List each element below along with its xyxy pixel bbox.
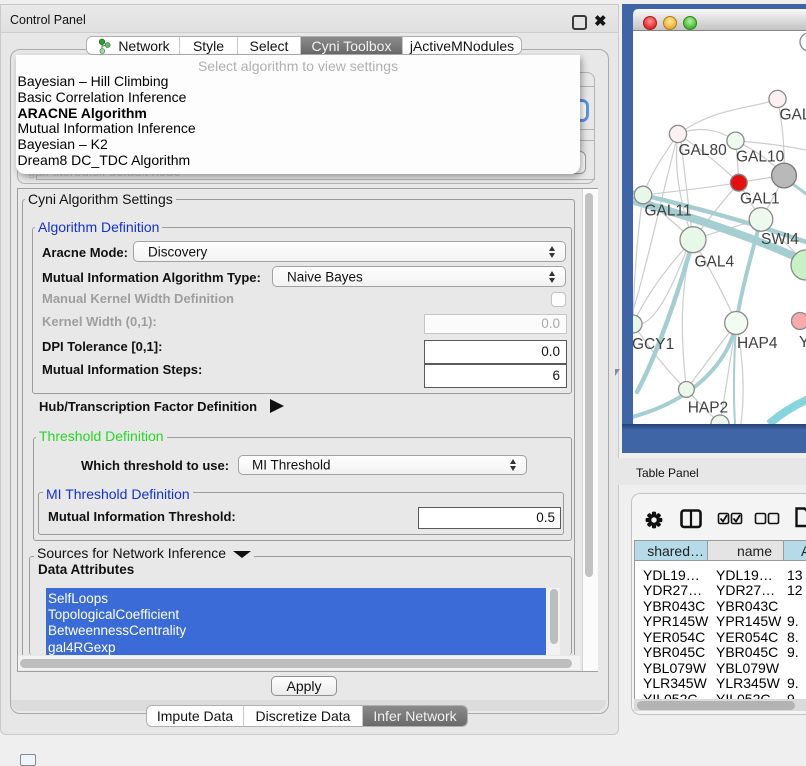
svg-text:GCY1: GCY1 — [633, 336, 674, 353]
svg-text:YJ: YJ — [799, 334, 806, 351]
svg-text:HAP4: HAP4 — [737, 335, 778, 352]
svg-text:GAL80: GAL80 — [679, 142, 728, 159]
svg-text:GAL10: GAL10 — [736, 149, 785, 166]
svg-text:GAL2: GAL2 — [780, 107, 806, 124]
svg-text:GAL1: GAL1 — [740, 191, 780, 208]
svg-text:GAL11: GAL11 — [645, 202, 692, 219]
svg-text:GAL4: GAL4 — [695, 254, 735, 271]
svg-text:HAP2: HAP2 — [688, 400, 729, 417]
svg-text:SWI4: SWI4 — [761, 231, 799, 248]
